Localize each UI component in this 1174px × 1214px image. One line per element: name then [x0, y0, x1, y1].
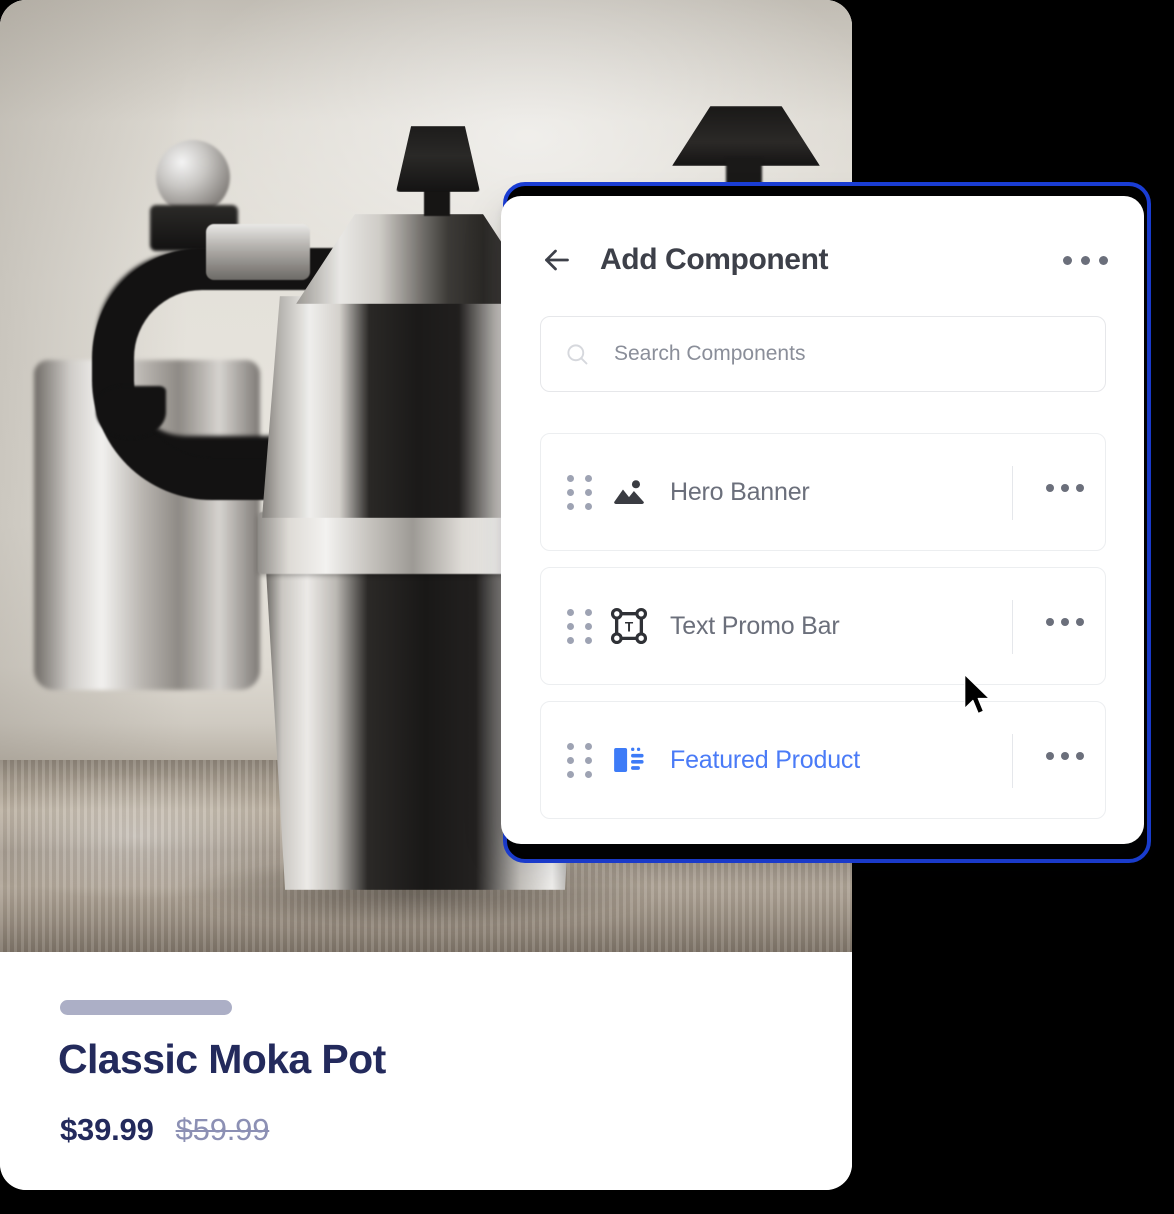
panel-title: Add Component [600, 243, 829, 276]
component-overflow-menu-button[interactable] [1046, 618, 1084, 626]
component-row-text-promo-bar[interactable]: T Text Promo Bar [540, 567, 1106, 685]
more-horizontal-icon-dot [1061, 618, 1069, 626]
drag-handle-icon[interactable] [567, 742, 592, 778]
component-row-featured-product[interactable]: Featured Product [540, 701, 1106, 819]
more-horizontal-icon-dot [1046, 618, 1054, 626]
more-horizontal-icon-dot [1099, 255, 1108, 265]
drag-dot [567, 608, 574, 616]
component-overflow-menu-button[interactable] [1046, 752, 1084, 760]
svg-text:T: T [625, 619, 634, 634]
arrow-left-icon[interactable] [539, 242, 575, 278]
component-overflow-menu-button[interactable] [1046, 484, 1084, 492]
drag-dot [585, 770, 592, 778]
product-title: Classic Moka Pot [58, 1036, 386, 1082]
component-label: Text Promo Bar [670, 611, 840, 640]
featured-product-icon [614, 747, 644, 773]
product-meta-placeholder-bar [60, 1000, 232, 1015]
component-label: Hero Banner [670, 477, 810, 506]
drag-dot [585, 488, 592, 496]
row-divider [1012, 466, 1013, 520]
search-icon [567, 343, 588, 364]
more-horizontal-icon-dot [1061, 484, 1069, 492]
drag-handle-icon[interactable] [567, 474, 592, 510]
background-pot-knob [156, 140, 230, 214]
drag-dot [567, 502, 574, 510]
drag-dot [585, 502, 592, 510]
component-label: Featured Product [670, 745, 860, 774]
product-price-original: $59.99 [175, 1112, 270, 1147]
drag-dot [585, 474, 592, 482]
row-divider [1012, 600, 1013, 654]
drag-handle-icon[interactable] [567, 608, 592, 644]
panel-header: Add Component [501, 196, 1144, 324]
more-horizontal-icon-dot [1076, 484, 1084, 492]
product-price-row: $39.99 $59.99 [60, 1112, 269, 1148]
more-horizontal-icon-dot [1061, 752, 1069, 760]
component-row-hero-banner[interactable]: Hero Banner [540, 433, 1106, 551]
drag-dot [585, 742, 592, 750]
drag-dot [567, 770, 574, 778]
drag-dot [567, 636, 574, 644]
drag-dot [585, 756, 592, 764]
product-price-current: $39.99 [60, 1112, 154, 1147]
moka-pot-handle-tip [96, 386, 166, 438]
more-horizontal-icon-dot [1046, 752, 1054, 760]
panel-overflow-menu-button[interactable] [1063, 250, 1108, 271]
drag-dot [567, 742, 574, 750]
drag-dot [567, 756, 574, 764]
drag-dot [585, 622, 592, 630]
add-component-panel: Add Component Search Components Hero Ban… [501, 196, 1144, 844]
drag-dot [567, 622, 574, 630]
search-components-field[interactable] [540, 316, 1106, 392]
more-horizontal-icon-dot [1046, 484, 1054, 492]
component-list: Hero Banner T Text Promo Bar Featured Pr… [540, 433, 1106, 835]
drag-dot [567, 474, 574, 482]
more-horizontal-icon-dot [1076, 618, 1084, 626]
search-input[interactable] [614, 342, 1054, 366]
more-horizontal-icon-dot [1063, 255, 1072, 265]
drag-dot [585, 636, 592, 644]
drag-dot [567, 488, 574, 496]
more-horizontal-icon-dot [1076, 752, 1084, 760]
drag-dot [585, 608, 592, 616]
image-icon [614, 480, 644, 505]
text-frame-icon: T [610, 607, 648, 645]
moka-pot-hinge [206, 224, 310, 280]
row-divider [1012, 734, 1013, 788]
more-horizontal-icon-dot [1081, 255, 1090, 265]
